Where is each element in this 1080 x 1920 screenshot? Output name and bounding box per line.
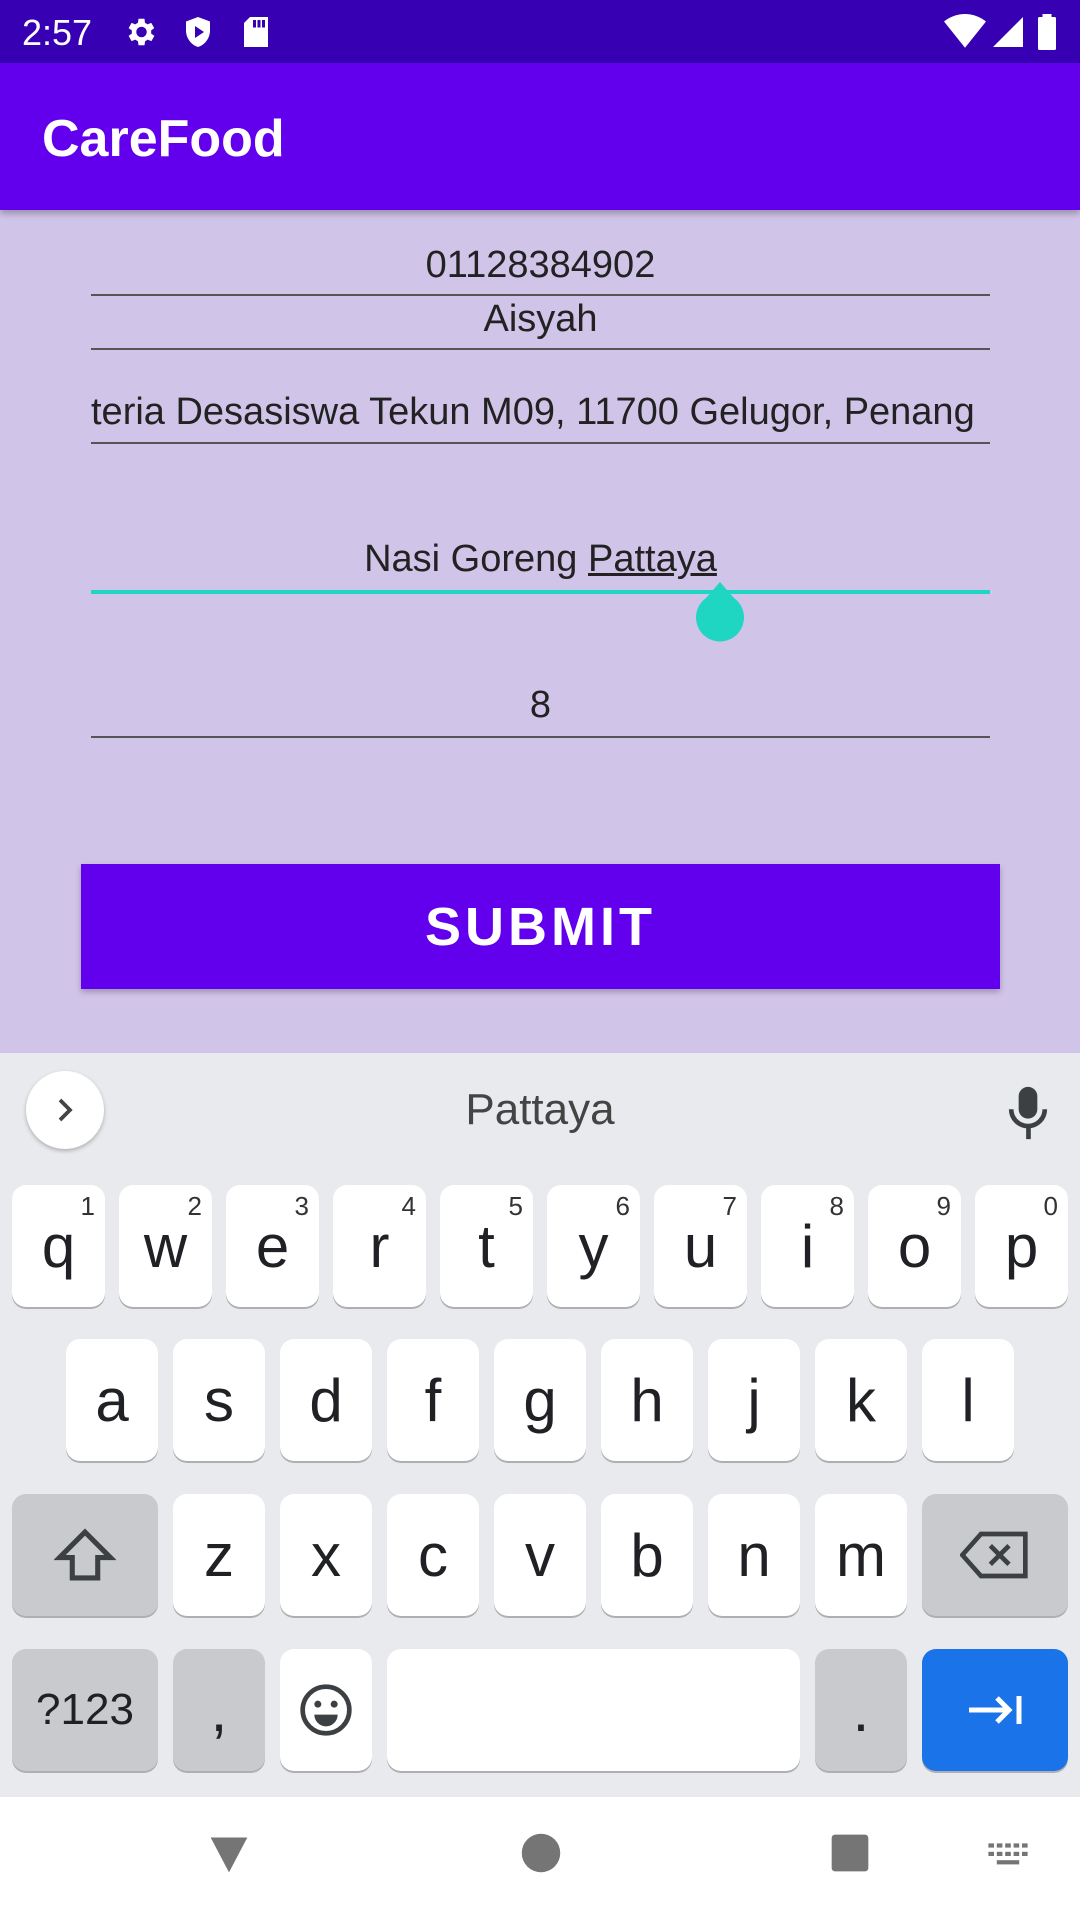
key-q[interactable]: q1 <box>12 1185 105 1307</box>
soft-keyboard: Pattaya q1 w2 e3 r4 t5 y6 u7 i8 o9 p0 a … <box>0 1053 1080 1797</box>
name-field[interactable]: Aisyah <box>91 294 990 350</box>
key-hint: 4 <box>401 1191 416 1221</box>
suggestion-word[interactable]: Pattaya <box>380 1085 700 1135</box>
key-v[interactable]: v <box>494 1494 586 1616</box>
name-value: Aisyah <box>483 298 598 340</box>
submit-button[interactable]: SUBMIT <box>81 864 1000 989</box>
emoji-key[interactable] <box>280 1649 372 1771</box>
microphone-icon[interactable] <box>1005 1085 1051 1141</box>
food-field[interactable]: Nasi Goreng Pattaya <box>91 530 990 594</box>
chevron-right-icon <box>58 1098 73 1122</box>
key-label: q <box>41 1212 76 1280</box>
status-time: 2:57 <box>22 12 93 53</box>
key-label: e <box>255 1212 290 1280</box>
food-prefix: Nasi Goreng <box>364 538 588 580</box>
emoji-icon <box>300 1684 352 1736</box>
keyboard-expand-button[interactable] <box>26 1071 104 1149</box>
key-hint: 0 <box>1043 1191 1058 1221</box>
app-bar: CareFood <box>0 63 1080 210</box>
key-s[interactable]: s <box>173 1339 265 1461</box>
key-g[interactable]: g <box>494 1339 586 1461</box>
tab-next-icon <box>969 1696 1022 1724</box>
app-title: CareFood <box>42 110 285 168</box>
food-composing-word: Pattaya <box>588 538 717 580</box>
key-e[interactable]: e3 <box>226 1185 319 1307</box>
backspace-icon <box>960 1531 1028 1579</box>
key-n[interactable]: n <box>708 1494 800 1616</box>
key-c[interactable]: c <box>387 1494 479 1616</box>
key-a[interactable]: a <box>66 1339 158 1461</box>
phone-value: 01128384902 <box>425 244 656 286</box>
period-key[interactable]: . <box>815 1649 907 1771</box>
food-value: Nasi Goreng Pattaya <box>364 530 717 588</box>
key-l[interactable]: l <box>922 1339 1014 1461</box>
next-key[interactable] <box>922 1649 1068 1771</box>
key-t[interactable]: t5 <box>440 1185 533 1307</box>
key-y[interactable]: y6 <box>547 1185 640 1307</box>
key-r[interactable]: r4 <box>333 1185 426 1307</box>
address-value: teria Desasiswa Tekun M09, 11700 Gelugor… <box>91 391 975 433</box>
key-label: t <box>478 1212 495 1280</box>
recents-icon[interactable] <box>830 1832 870 1874</box>
key-label: o <box>897 1212 932 1280</box>
key-f[interactable]: f <box>387 1339 479 1461</box>
key-hint: 2 <box>187 1191 202 1221</box>
home-icon[interactable] <box>520 1832 562 1874</box>
key-hint: 9 <box>936 1191 951 1221</box>
shield-play-icon <box>186 17 210 47</box>
symbols-key[interactable]: ?123 <box>12 1649 158 1771</box>
key-label: r <box>369 1212 390 1280</box>
space-key[interactable] <box>387 1649 800 1771</box>
key-label: u <box>683 1212 718 1280</box>
key-p[interactable]: p0 <box>975 1185 1068 1307</box>
key-label: p <box>1004 1212 1039 1280</box>
key-hint: 3 <box>294 1191 309 1221</box>
text-cursor-handle[interactable] <box>694 582 746 646</box>
navigation-bar <box>0 1797 1080 1920</box>
key-u[interactable]: u7 <box>654 1185 747 1307</box>
key-hint: 5 <box>508 1191 523 1221</box>
key-h[interactable]: h <box>601 1339 693 1461</box>
battery-icon <box>1038 14 1056 50</box>
key-i[interactable]: i8 <box>761 1185 854 1307</box>
quantity-value: 8 <box>529 684 552 726</box>
key-label: y <box>578 1212 609 1280</box>
key-hint: 7 <box>722 1191 737 1221</box>
key-o[interactable]: o9 <box>868 1185 961 1307</box>
shift-icon <box>54 1528 116 1581</box>
address-field[interactable]: teria Desasiswa Tekun M09, 11700 Gelugor… <box>91 384 990 444</box>
key-d[interactable]: d <box>280 1339 372 1461</box>
status-bar: 2:57 <box>0 0 1080 63</box>
key-hint: 1 <box>80 1191 95 1221</box>
comma-key[interactable]: , <box>173 1649 265 1771</box>
key-label: i <box>800 1212 815 1280</box>
key-k[interactable]: k <box>815 1339 907 1461</box>
signal-icon <box>993 17 1023 47</box>
quantity-field[interactable]: 8 <box>91 676 990 738</box>
wifi-icon <box>944 14 986 48</box>
key-hint: 8 <box>829 1191 844 1221</box>
keyboard-switch-icon[interactable] <box>987 1842 1029 1870</box>
key-hint: 6 <box>615 1191 630 1221</box>
backspace-key[interactable] <box>922 1494 1068 1616</box>
key-b[interactable]: b <box>601 1494 693 1616</box>
key-label: w <box>143 1212 188 1280</box>
shift-key[interactable] <box>12 1494 158 1616</box>
key-j[interactable]: j <box>708 1339 800 1461</box>
gear-icon <box>128 18 155 46</box>
key-m[interactable]: m <box>815 1494 907 1616</box>
key-z[interactable]: z <box>173 1494 265 1616</box>
back-icon[interactable] <box>207 1832 251 1876</box>
key-x[interactable]: x <box>280 1494 372 1616</box>
sd-card-icon <box>244 17 268 47</box>
phone-field[interactable]: 01128384902 <box>91 238 990 296</box>
key-w[interactable]: w2 <box>119 1185 212 1307</box>
